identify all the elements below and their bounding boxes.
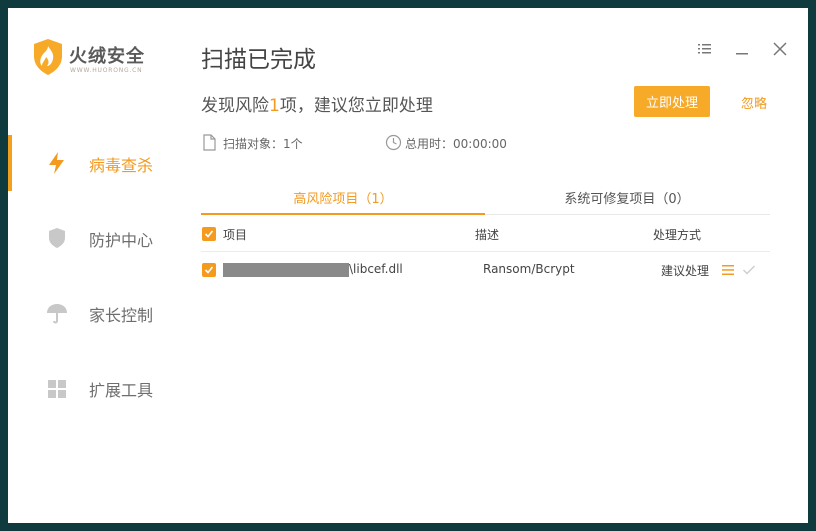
sidebar-item-protection[interactable]: 防护中心 (8, 210, 183, 266)
tab-high-risk[interactable]: 高风险项目（1） (201, 188, 485, 216)
logo-url: WWW.HUORONG.CN (70, 67, 143, 74)
sidebar-item-label: 扩展工具 (89, 381, 154, 400)
column-header-item: 项目 (223, 228, 248, 242)
column-header-description: 描述 (475, 228, 500, 242)
sidebar-nav: 病毒查杀 防护中心 家长控制 扩展工具 (8, 135, 183, 435)
scan-objects-label: 扫描对象：1个 (223, 137, 303, 151)
action-dropdown[interactable]: 建议处理 (661, 262, 709, 279)
minimize-icon[interactable] (732, 39, 752, 59)
shield-icon (49, 228, 65, 248)
document-icon (203, 134, 216, 151)
threat-description: Ransom/Bcrypt (483, 262, 575, 276)
risk-summary: 发现风险1项，建议您立即处理 (201, 91, 433, 116)
trust-check-icon[interactable] (742, 264, 756, 276)
umbrella-icon (47, 304, 67, 324)
sidebar-item-label: 家长控制 (89, 306, 154, 325)
column-header-action: 处理方式 (653, 228, 702, 242)
file-path: \libcef.dll (349, 262, 403, 276)
clock-icon (385, 134, 402, 151)
total-time-label: 总用时：00:00:00 (405, 137, 507, 151)
lightning-icon (49, 152, 64, 174)
sidebar-item-label: 病毒查杀 (89, 156, 154, 175)
checkmark-icon (204, 266, 214, 274)
close-icon[interactable] (770, 39, 790, 59)
app-window: 火绒安全 WWW.HUORONG.CN 病毒查杀 防护中心 家长控制 扩展工具 … (8, 8, 808, 523)
table-row[interactable]: \libcef.dll Ransom/Bcrypt 建议处理 (201, 252, 770, 288)
ignore-button[interactable]: 忽略 (741, 93, 767, 112)
logo-text: 火绒安全 (69, 46, 145, 67)
flame-shield-logo-icon (34, 39, 62, 75)
fix-now-button[interactable]: 立即处理 (634, 86, 710, 117)
tab-system-repairable[interactable]: 系统可修复项目（0） (485, 188, 769, 216)
risk-text-before: 发现风险 (201, 96, 269, 116)
menu-icon[interactable] (694, 39, 714, 59)
sidebar-item-parental-control[interactable]: 家长控制 (8, 285, 183, 341)
risk-text-after: 项，建议您立即处理 (279, 96, 433, 116)
checkmark-icon (204, 230, 214, 238)
grid-icon (48, 380, 66, 398)
details-list-icon[interactable] (721, 264, 735, 276)
select-all-checkbox[interactable] (202, 227, 216, 241)
risk-count: 1 (269, 96, 280, 116)
tab-active-indicator (201, 213, 485, 215)
page-title: 扫描已完成 (201, 47, 316, 73)
sidebar-item-virus-scan[interactable]: 病毒查杀 (8, 135, 183, 191)
row-checkbox[interactable] (202, 263, 216, 277)
sidebar-item-tools[interactable]: 扩展工具 (8, 360, 183, 416)
redacted-path (223, 263, 349, 277)
sidebar-item-label: 防护中心 (89, 231, 154, 250)
